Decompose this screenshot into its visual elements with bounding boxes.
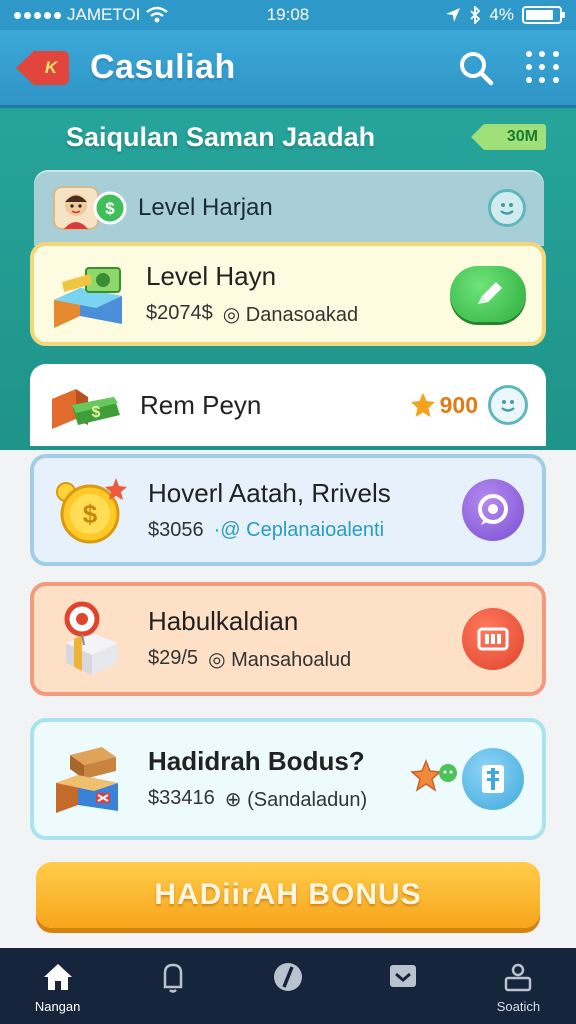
bonus-button[interactable]: HADiirAH BONUS (36, 862, 540, 928)
svg-text:$: $ (83, 499, 98, 529)
avatar-coin-icon: $ (52, 183, 128, 233)
card-info: Habulkaldian $29/5 ◎ Mansahoalud (148, 606, 462, 672)
treasure-chest-icon (52, 739, 132, 819)
gift-box-icon (52, 599, 132, 679)
card-info: Rem Peyn (140, 390, 410, 421)
svg-text:$: $ (92, 404, 101, 421)
card-meta: $33416 ⊕ (Sandaladun) (148, 787, 408, 812)
nav-label: Nangan (34, 998, 81, 1014)
card-subtitle: ◎ Mansahoalud (208, 649, 352, 671)
star-icon (410, 393, 435, 417)
nav-inbox[interactable] (346, 948, 461, 1024)
smiley-chat-icon[interactable] (488, 385, 528, 425)
card-price: $3056 (148, 519, 204, 541)
compass-icon (274, 962, 302, 991)
back-button-label: K (33, 50, 69, 85)
profile-icon (505, 963, 532, 991)
card-title: Hadidrah Bodus? (148, 746, 365, 776)
nav-explore[interactable] (230, 948, 345, 1024)
signal-icon (14, 11, 61, 19)
section-header: Saiqulan Saman Jaadah 30M (0, 112, 576, 162)
card-subtitle: ◎ Danasoakad (222, 304, 359, 326)
section-badge[interactable]: 30M (470, 124, 546, 150)
inbox-icon (390, 964, 417, 987)
list-item-level-hayn[interactable]: Level Hayn $2074$ ◎ Danasoakad (30, 242, 546, 346)
nav-home[interactable]: Nangan (0, 948, 115, 1024)
card-title: Hoverl Aatah, Rrivels (148, 478, 391, 508)
edit-pencil-icon[interactable] (450, 266, 526, 322)
location-arrow-icon (446, 8, 461, 22)
badge-icon[interactable] (462, 608, 524, 670)
card-info: Hadidrah Bodus? $33416 ⊕ (Sandaladun) (148, 746, 408, 812)
bluetooth-icon (470, 6, 481, 24)
card-price: $2074$ (146, 302, 213, 324)
back-arrow-icon (16, 50, 34, 85)
card-title: Level Hayn (146, 261, 277, 291)
status-bar: JAMETOI 19:08 4% (0, 0, 576, 30)
points-badge: 900 (410, 392, 478, 419)
list-item-level-harjan[interactable]: $ Level Harjan (34, 170, 544, 246)
nav-alerts[interactable] (115, 948, 230, 1024)
battery-percent: 4% (489, 5, 514, 24)
receipt-icon[interactable] (462, 748, 524, 810)
search-icon[interactable] (456, 48, 496, 88)
card-title: Level Harjan (138, 194, 273, 221)
card-info: Hoverl Aatah, Rrivels $3056 ·@ Ceplanaio… (148, 478, 462, 542)
grid-menu-icon[interactable] (526, 50, 560, 85)
list-item-hadidrah-bodus[interactable]: Hadidrah Bodus? $33416 ⊕ (Sandaladun) (30, 718, 546, 840)
nav-profile[interactable]: Soatich (461, 948, 576, 1024)
bottom-nav: Nangan Soatich (0, 948, 576, 1024)
chat-bubble-icon[interactable] (462, 479, 524, 541)
svg-text:$: $ (105, 199, 115, 218)
money-bundle-icon: $ (48, 375, 124, 435)
card-title: Rem Peyn (140, 389, 262, 420)
battery-icon (522, 6, 565, 24)
card-title: Habulkaldian (148, 606, 299, 636)
status-left: JAMETOI (14, 5, 169, 25)
list-item-habulkaldian[interactable]: Habulkaldian $29/5 ◎ Mansahoalud (30, 582, 546, 696)
nav-label: Soatich (496, 998, 541, 1014)
card-info: Level Hayn $2074$ ◎ Danasoakad (146, 261, 450, 327)
points-value: 900 (439, 391, 478, 418)
app-title: Casuliah (90, 48, 236, 86)
section-title: Saiqulan Saman Jaadah (66, 121, 376, 152)
gold-coin-icon: $ (52, 470, 132, 550)
star-face-icon (410, 758, 457, 792)
list-item-rem-peyn[interactable]: $ Rem Peyn 900 (30, 364, 546, 446)
card-subtitle: ⊕ (Sandaladun) (224, 789, 368, 811)
status-right: 4% (445, 5, 565, 25)
battery-fill (526, 10, 554, 20)
card-subtitle: ·@ Ceplanaioalenti (213, 519, 385, 541)
header-actions (456, 48, 560, 88)
smiley-chat-icon[interactable] (488, 189, 526, 227)
card-meta: $2074$ ◎ Danasoakad (146, 302, 450, 327)
card-info: Level Harjan (138, 194, 488, 222)
list-item-hoverl-aatah[interactable]: $ Hoverl Aatah, Rrivels $3056 ·@ Ceplana… (30, 454, 546, 566)
card-price: $33416 (148, 787, 215, 809)
app-header: K Casuliah (0, 30, 576, 108)
card-meta: $3056 ·@ Ceplanaioalenti (148, 519, 462, 542)
wifi-icon (146, 6, 169, 23)
cash-stack-icon (50, 254, 130, 334)
bell-icon (163, 963, 183, 993)
back-button[interactable]: K (16, 50, 72, 85)
card-price: $29/5 (148, 647, 199, 669)
carrier-name: JAMETOI (67, 5, 141, 24)
card-meta: $29/5 ◎ Mansahoalud (148, 647, 462, 672)
home-icon (43, 963, 72, 990)
